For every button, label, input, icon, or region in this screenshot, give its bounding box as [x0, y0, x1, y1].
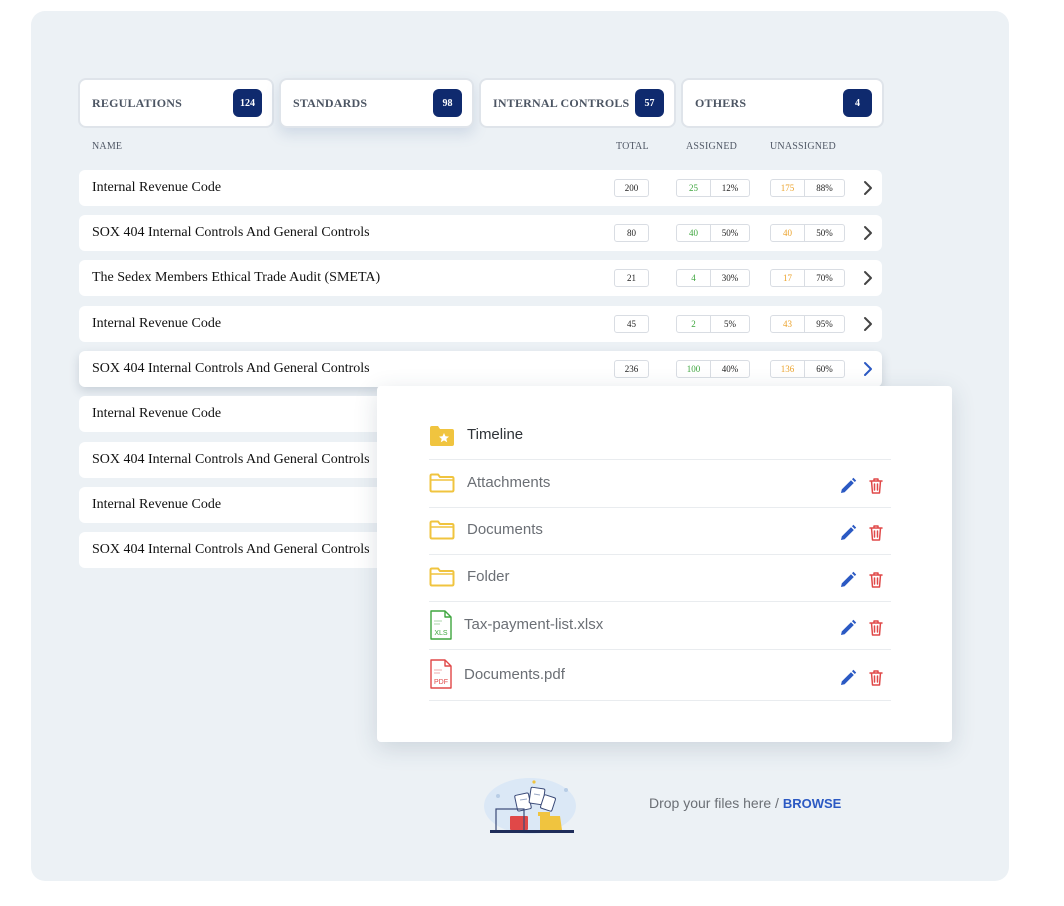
file-name: Attachments	[467, 474, 551, 491]
row-name: SOX 404 Internal Controls And General Co…	[92, 225, 370, 240]
delete-trash-icon[interactable]	[867, 524, 885, 542]
pdf-file-icon: PDF	[430, 659, 452, 689]
edit-pencil-icon[interactable]	[839, 619, 857, 637]
tab-count-badge: 4	[843, 89, 872, 117]
tab-regulations[interactable]: REGULATIONS 124	[78, 78, 274, 128]
edit-pencil-icon[interactable]	[839, 669, 857, 687]
unassigned-count: 136 60%	[770, 360, 845, 378]
row-name: Internal Revenue Code	[92, 497, 222, 512]
row-name: Internal Revenue Code	[92, 180, 222, 195]
file-list-item[interactable]: Documents	[429, 507, 891, 555]
file-list-item[interactable]: Timeline	[429, 412, 891, 460]
table-row[interactable]: Internal Revenue Code 45 2 5% 43 95%	[79, 306, 882, 342]
chevron-right-icon[interactable]	[860, 225, 876, 241]
tab-others[interactable]: OTHERS 4	[681, 78, 884, 128]
tab-label: OTHERS	[695, 95, 747, 110]
xls-file-icon: XLS	[430, 610, 452, 640]
total-count: 21	[614, 269, 649, 287]
unassigned-count: 40 50%	[770, 224, 845, 242]
file-name: Folder	[467, 568, 510, 585]
tab-label: REGULATIONS	[92, 95, 182, 110]
edit-pencil-icon[interactable]	[839, 571, 857, 589]
file-list-item[interactable]: XLS Tax-payment-list.xlsx	[429, 601, 891, 650]
total-count: 236	[614, 360, 649, 378]
drop-hint: Drop your files here /	[649, 795, 783, 811]
tab-count-badge: 98	[433, 89, 462, 117]
folder-icon	[429, 473, 455, 493]
unassigned-count: 175 88%	[770, 179, 845, 197]
edit-pencil-icon[interactable]	[839, 477, 857, 495]
tab-count-badge: 57	[635, 89, 664, 117]
edit-pencil-icon[interactable]	[839, 524, 857, 542]
row-name: The Sedex Members Ethical Trade Audit (S…	[92, 270, 381, 285]
unassigned-count: 17 70%	[770, 269, 845, 287]
assigned-count: 40 50%	[676, 224, 750, 242]
column-header-name: NAME	[92, 141, 123, 152]
drop-zone-text: Drop your files here / BROWSE	[649, 795, 841, 811]
chevron-right-icon[interactable]	[860, 361, 876, 377]
total-count: 80	[614, 224, 649, 242]
assigned-count: 4 30%	[676, 269, 750, 287]
file-list-item[interactable]: Attachments	[429, 460, 891, 508]
folder-icon	[429, 567, 455, 587]
row-name: SOX 404 Internal Controls And General Co…	[92, 361, 370, 376]
assigned-count: 25 12%	[676, 179, 750, 197]
tab-label: STANDARDS	[293, 95, 368, 110]
row-name: Internal Revenue Code	[92, 406, 222, 421]
chevron-right-icon[interactable]	[860, 180, 876, 196]
column-header-assigned: ASSIGNED	[686, 141, 738, 152]
file-name: Timeline	[467, 426, 524, 443]
delete-trash-icon[interactable]	[867, 477, 885, 495]
column-header-unassigned: UNASSIGNED	[770, 141, 836, 152]
tab-internal-controls[interactable]: INTERNAL CONTROLS 57	[479, 78, 676, 128]
chevron-right-icon[interactable]	[860, 316, 876, 332]
folder-icon	[429, 520, 455, 540]
file-name: Tax-payment-list.xlsx	[464, 616, 604, 633]
file-name: Documents	[467, 521, 543, 538]
tab-count-badge: 124	[233, 89, 262, 117]
table-row[interactable]: Internal Revenue Code 200 25 12% 175 88%	[79, 170, 882, 206]
assigned-count: 2 5%	[676, 315, 750, 333]
starred-folder-icon	[430, 426, 454, 446]
table-row[interactable]: The Sedex Members Ethical Trade Audit (S…	[79, 260, 882, 296]
delete-trash-icon[interactable]	[867, 669, 885, 687]
total-count: 200	[614, 179, 649, 197]
table-row[interactable]: SOX 404 Internal Controls And General Co…	[79, 351, 882, 387]
pdf-badge: PDF	[434, 679, 448, 686]
row-name: Internal Revenue Code	[92, 316, 222, 331]
row-name: SOX 404 Internal Controls And General Co…	[92, 452, 370, 467]
browse-link[interactable]: BROWSE	[783, 796, 842, 811]
tab-standards[interactable]: STANDARDS 98	[279, 78, 474, 128]
row-name: SOX 404 Internal Controls And General Co…	[92, 542, 370, 557]
xls-badge: XLS	[434, 630, 448, 637]
column-header-total: TOTAL	[616, 141, 649, 152]
chevron-right-icon[interactable]	[860, 270, 876, 286]
file-list-item[interactable]: PDF Documents.pdf	[429, 650, 891, 701]
assigned-count: 100 40%	[676, 360, 750, 378]
delete-trash-icon[interactable]	[867, 619, 885, 637]
file-name: Documents.pdf	[464, 666, 565, 683]
total-count: 45	[614, 315, 649, 333]
files-popup: Timeline Attachments Documents Folder XL…	[377, 386, 952, 742]
delete-trash-icon[interactable]	[867, 571, 885, 589]
table-row[interactable]: SOX 404 Internal Controls And General Co…	[79, 215, 882, 251]
tab-label: INTERNAL CONTROLS	[493, 95, 630, 110]
upload-illustration	[484, 778, 576, 834]
file-list-item[interactable]: Folder	[429, 554, 891, 602]
unassigned-count: 43 95%	[770, 315, 845, 333]
